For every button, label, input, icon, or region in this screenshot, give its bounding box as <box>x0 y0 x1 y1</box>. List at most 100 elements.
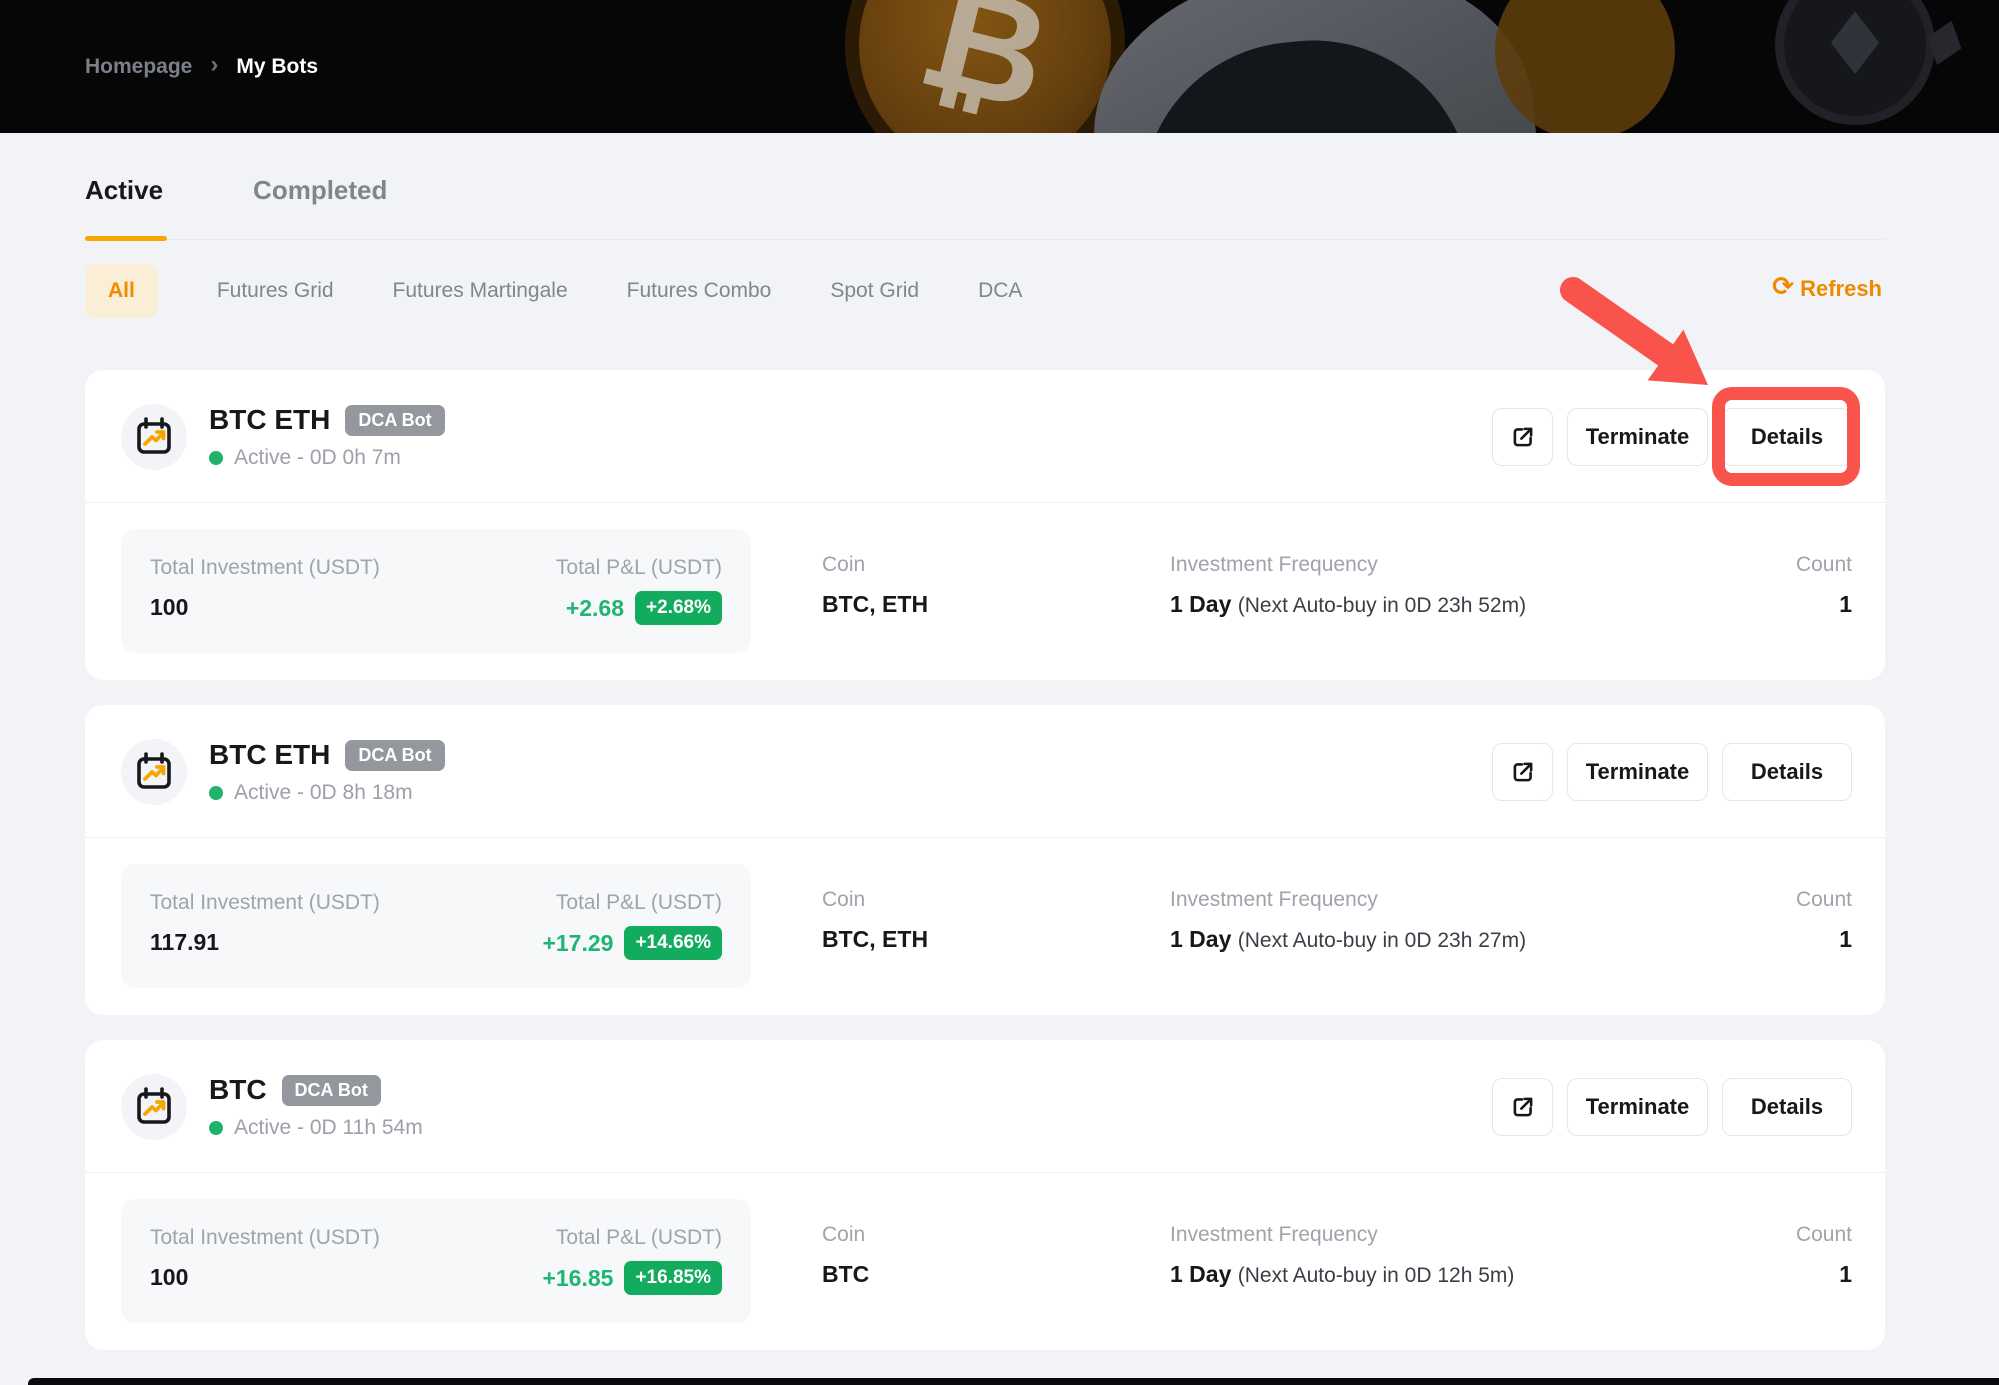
bot-name: BTC ETH <box>209 739 330 771</box>
refresh-icon: ⟳ <box>1772 272 1794 302</box>
bot-card-body: Total Investment (USDT) 100 Total P&L (U… <box>85 1173 1885 1350</box>
bot-card-body: Total Investment (USDT) 117.91 Total P&L… <box>85 838 1885 1015</box>
refresh-label: Refresh <box>1800 276 1882 302</box>
active-status-dot <box>209 1121 223 1135</box>
bot-type-badge: DCA Bot <box>282 1075 381 1106</box>
external-link-icon <box>1510 1094 1536 1120</box>
terminate-button[interactable]: Terminate <box>1567 408 1708 466</box>
filter-all[interactable]: All <box>85 264 158 318</box>
pnl-label: Total P&L (USDT) <box>542 891 722 915</box>
bot-status: Active - 0D 8h 18m <box>234 781 413 805</box>
filter-spot-grid[interactable]: Spot Grid <box>830 279 919 303</box>
bitcoin-icon: ₿ <box>905 0 1065 133</box>
tab-completed[interactable]: Completed <box>253 175 387 239</box>
footer-edge <box>28 1378 1999 1385</box>
calendar-trend-icon <box>132 1085 176 1129</box>
bot-status: Active - 0D 0h 7m <box>234 446 401 470</box>
external-link-icon <box>1510 759 1536 785</box>
frequency-label: Investment Frequency <box>1170 1223 1514 1247</box>
coin-value: BTC, ETH <box>822 591 928 618</box>
frequency-label: Investment Frequency <box>1170 553 1526 577</box>
chevron-right-icon: › <box>210 51 218 79</box>
frequency-note: (Next Auto-buy in 0D 12h 5m) <box>1238 1264 1515 1287</box>
details-button[interactable]: Details <box>1722 408 1852 466</box>
coin-value: BTC, ETH <box>822 926 928 953</box>
count-label: Count <box>1796 553 1852 577</box>
count-value: 1 <box>1796 1261 1852 1288</box>
filter-dca[interactable]: DCA <box>978 279 1022 303</box>
bot-card-body: Total Investment (USDT) 100 Total P&L (U… <box>85 503 1885 680</box>
bot-card-header: BTC ETH DCA Bot Active - 0D 0h 7m Termin… <box>85 370 1885 503</box>
bot-card: BTC ETH DCA Bot Active - 0D 0h 7m Termin… <box>85 370 1885 680</box>
filter-futures-martingale[interactable]: Futures Martingale <box>393 279 568 303</box>
coin-illustration <box>1495 0 1675 133</box>
coin-label: Coin <box>822 553 928 577</box>
investment-pnl-panel: Total Investment (USDT) 100 Total P&L (U… <box>121 529 751 653</box>
filter-bar: All Futures Grid Futures Martingale Futu… <box>85 262 1885 320</box>
robot-face <box>1126 25 1489 133</box>
count-value: 1 <box>1796 591 1852 618</box>
pnl-percent-badge: +14.66% <box>624 926 722 960</box>
open-external-button[interactable] <box>1492 743 1553 801</box>
tab-active[interactable]: Active <box>85 175 163 239</box>
breadcrumb: Homepage › My Bots <box>85 0 318 133</box>
bot-card-header: BTC ETH DCA Bot Active - 0D 8h 18m Termi… <box>85 705 1885 838</box>
filter-futures-grid[interactable]: Futures Grid <box>217 279 334 303</box>
open-external-button[interactable] <box>1492 408 1553 466</box>
bot-identity: BTC ETH DCA Bot Active - 0D 0h 7m <box>121 404 445 470</box>
pnl-value: +2.68 <box>566 595 624 622</box>
investment-label: Total Investment (USDT) <box>150 1226 380 1250</box>
frequency-value: 1 Day <box>1170 1261 1231 1287</box>
investment-label: Total Investment (USDT) <box>150 556 380 580</box>
bot-type-badge: DCA Bot <box>345 405 444 436</box>
refresh-button[interactable]: ⟳ Refresh <box>1772 274 1882 304</box>
investment-value: 100 <box>150 594 380 621</box>
bot-identity: BTC ETH DCA Bot Active - 0D 8h 18m <box>121 739 445 805</box>
count-label: Count <box>1796 888 1852 912</box>
robot-illustration <box>1079 0 1551 133</box>
pnl-percent-badge: +2.68% <box>635 591 722 625</box>
pnl-value: +17.29 <box>542 930 613 957</box>
investment-pnl-panel: Total Investment (USDT) 100 Total P&L (U… <box>121 1199 751 1323</box>
calendar-trend-icon <box>132 415 176 459</box>
filter-futures-combo[interactable]: Futures Combo <box>627 279 772 303</box>
active-status-dot <box>209 786 223 800</box>
terminate-button[interactable]: Terminate <box>1567 1078 1708 1136</box>
bitcoin-coin-illustration: ₿ <box>845 0 1125 133</box>
tab-bar: Active Completed <box>85 175 1885 240</box>
breadcrumb-homepage[interactable]: Homepage <box>85 55 192 79</box>
terminate-button[interactable]: Terminate <box>1567 743 1708 801</box>
count-label: Count <box>1796 1223 1852 1247</box>
dca-bot-avatar <box>121 404 187 470</box>
investment-value: 100 <box>150 1264 380 1291</box>
bot-name: BTC <box>209 1074 267 1106</box>
bot-card: BTC DCA Bot Active - 0D 11h 54m Terminat… <box>85 1040 1885 1350</box>
coin-label: Coin <box>822 1223 869 1247</box>
bot-name: BTC ETH <box>209 404 330 436</box>
bot-identity: BTC DCA Bot Active - 0D 11h 54m <box>121 1074 423 1140</box>
bot-actions: Terminate Details <box>1492 743 1852 801</box>
calendar-trend-icon <box>132 750 176 794</box>
coin-value: BTC <box>822 1261 869 1288</box>
frequency-label: Investment Frequency <box>1170 888 1526 912</box>
bot-card-header: BTC DCA Bot Active - 0D 11h 54m Terminat… <box>85 1040 1885 1173</box>
bot-actions: Terminate Details <box>1492 1078 1852 1136</box>
pnl-label: Total P&L (USDT) <box>542 1226 722 1250</box>
count-value: 1 <box>1796 926 1852 953</box>
dca-bot-avatar <box>121 739 187 805</box>
details-button[interactable]: Details <box>1722 1078 1852 1136</box>
top-banner: ₿ ♦ ♦ Homepage › My Bots <box>0 0 1999 133</box>
investment-pnl-panel: Total Investment (USDT) 117.91 Total P&L… <box>121 864 751 988</box>
pnl-percent-badge: +16.85% <box>624 1261 722 1295</box>
frequency-note: (Next Auto-buy in 0D 23h 52m) <box>1238 594 1526 617</box>
open-external-button[interactable] <box>1492 1078 1553 1136</box>
bot-status: Active - 0D 11h 54m <box>234 1116 423 1140</box>
frequency-value: 1 Day <box>1170 591 1231 617</box>
frequency-value: 1 Day <box>1170 926 1231 952</box>
details-button[interactable]: Details <box>1722 743 1852 801</box>
pnl-label: Total P&L (USDT) <box>556 556 722 580</box>
ethereum-icon: ♦ <box>1816 0 1893 95</box>
active-status-dot <box>209 451 223 465</box>
bot-type-badge: DCA Bot <box>345 740 444 771</box>
bot-card: BTC ETH DCA Bot Active - 0D 8h 18m Termi… <box>85 705 1885 1015</box>
